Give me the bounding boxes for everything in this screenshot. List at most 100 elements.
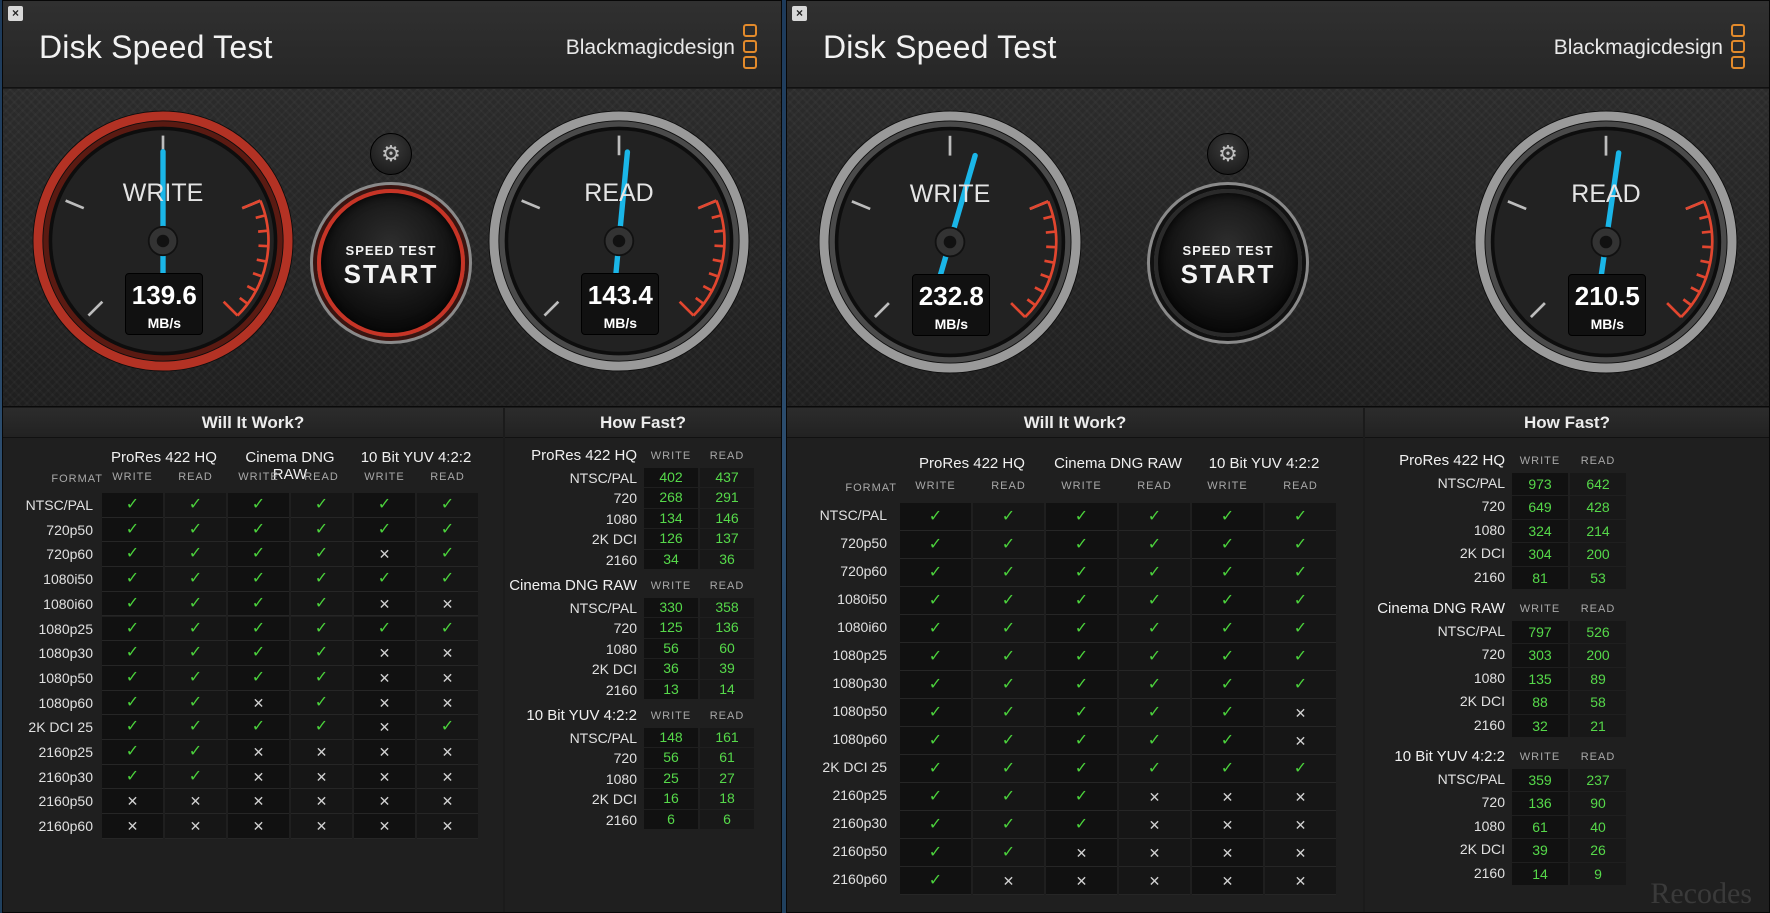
column-header: WRITE bbox=[915, 480, 956, 492]
cross-mark: ✕ bbox=[441, 645, 454, 662]
check-mark: ✓ bbox=[125, 767, 140, 785]
speed-row-label: 720 bbox=[613, 490, 637, 507]
column-header: WRITE bbox=[650, 710, 692, 722]
check-mark: ✓ bbox=[1147, 592, 1162, 609]
format-row-label: 1080i60 bbox=[837, 619, 887, 635]
check-icon: ✓ bbox=[1046, 643, 1117, 671]
speed-group-name: Cinema DNG RAW bbox=[509, 577, 637, 594]
check-mark: ✓ bbox=[1293, 536, 1308, 553]
check-mark: ✓ bbox=[251, 570, 266, 588]
check-icon: ✓ bbox=[973, 615, 1044, 643]
how-fast-title: How Fast? bbox=[1365, 408, 1769, 438]
cross-icon: ✕ bbox=[102, 814, 163, 839]
speed-row-label: NTSC/PAL bbox=[1437, 623, 1505, 639]
cross-icon: ✕ bbox=[354, 740, 415, 765]
speed-group-name: 10 Bit YUV 4:2:2 bbox=[1394, 748, 1505, 765]
speed-row-label: 1080 bbox=[1473, 669, 1505, 686]
disk-speed-test-window-2: Disk Speed Test Blackmagicdesign × WRITE 232… bbox=[786, 0, 1770, 913]
cross-icon: ✕ bbox=[354, 814, 415, 839]
cross-icon: ✕ bbox=[417, 690, 478, 716]
write-speed-value: 56 bbox=[644, 638, 698, 659]
settings-gear-icon[interactable]: ⚙ bbox=[370, 133, 412, 175]
check-icon: ✓ bbox=[165, 542, 226, 568]
column-header: READ bbox=[1283, 480, 1318, 492]
check-mark: ✓ bbox=[1074, 620, 1089, 637]
check-icon: ✓ bbox=[973, 671, 1044, 699]
check-mark: ✓ bbox=[1001, 508, 1016, 525]
write-gauge-label: WRITE bbox=[122, 179, 204, 208]
cross-mark: ✕ bbox=[252, 768, 265, 785]
check-mark: ✓ bbox=[1001, 704, 1016, 721]
check-icon: ✓ bbox=[291, 493, 352, 518]
check-mark: ✓ bbox=[928, 564, 943, 581]
column-header: READ bbox=[430, 471, 465, 483]
cross-icon: ✕ bbox=[417, 789, 478, 815]
check-mark: ✓ bbox=[1001, 620, 1016, 637]
check-mark: ✓ bbox=[1147, 508, 1162, 525]
cross-icon: ✕ bbox=[1046, 839, 1117, 867]
check-icon: ✓ bbox=[973, 503, 1044, 531]
read-gauge-label: READ bbox=[584, 179, 654, 208]
check-icon: ✓ bbox=[291, 665, 352, 691]
check-icon: ✓ bbox=[1119, 587, 1190, 615]
check-mark: ✓ bbox=[125, 520, 140, 538]
cross-mark: ✕ bbox=[378, 793, 391, 810]
close-button[interactable]: × bbox=[792, 6, 807, 21]
check-mark: ✓ bbox=[314, 644, 329, 662]
format-row-label: 720p50 bbox=[46, 521, 93, 538]
start-button-caption: SPEED TEST bbox=[345, 243, 437, 258]
start-button[interactable]: SPEED TEST START bbox=[317, 189, 465, 337]
check-mark: ✓ bbox=[1220, 592, 1235, 609]
check-icon: ✓ bbox=[900, 811, 971, 839]
will-it-work-panel: Will It Work? ProRes 422 HQ WRITE READ Cinem… bbox=[3, 408, 503, 912]
check-icon: ✓ bbox=[1119, 671, 1190, 699]
check-mark: ✓ bbox=[1293, 592, 1308, 609]
check-mark: ✓ bbox=[251, 496, 266, 513]
format-column-header: FORMAT bbox=[845, 482, 897, 494]
check-mark: ✓ bbox=[440, 619, 455, 637]
check-icon: ✓ bbox=[228, 517, 289, 543]
read-speed-value: 36 bbox=[700, 549, 754, 569]
format-row-label: 2160p50 bbox=[38, 793, 93, 810]
read-speed-value: 9 bbox=[1570, 862, 1626, 885]
check-icon: ✓ bbox=[1265, 559, 1336, 587]
close-button[interactable]: × bbox=[8, 6, 23, 21]
check-mark: ✓ bbox=[125, 619, 140, 637]
check-icon: ✓ bbox=[102, 764, 163, 790]
check-mark: ✓ bbox=[1147, 648, 1162, 665]
start-button[interactable]: SPEED TEST START bbox=[1154, 189, 1302, 337]
check-icon: ✓ bbox=[102, 567, 163, 592]
group-header: 10 Bit YUV 4:2:2 bbox=[360, 449, 472, 466]
check-icon: ✓ bbox=[417, 616, 478, 642]
column-header: WRITE bbox=[1519, 751, 1561, 763]
format-row-label: NTSC/PAL bbox=[819, 507, 887, 523]
group-header: ProRes 422 HQ bbox=[111, 449, 217, 466]
check-icon: ✓ bbox=[973, 531, 1044, 559]
cross-mark: ✕ bbox=[1294, 705, 1307, 721]
cross-icon: ✕ bbox=[1119, 867, 1190, 895]
check-mark: ✓ bbox=[928, 816, 943, 833]
check-mark: ✓ bbox=[188, 594, 203, 612]
format-row-label: 1080p30 bbox=[832, 675, 887, 691]
cross-icon: ✕ bbox=[417, 814, 478, 839]
check-mark: ✓ bbox=[251, 718, 266, 736]
check-icon: ✓ bbox=[900, 615, 971, 643]
write-speed-value: 32 bbox=[1512, 714, 1568, 737]
check-mark: ✓ bbox=[928, 592, 943, 609]
write-speed-value: 973 bbox=[1512, 473, 1568, 496]
write-speed-value: 135 bbox=[1512, 667, 1568, 691]
app-title: Disk Speed Test bbox=[39, 29, 273, 65]
group-header: ProRes 422 HQ bbox=[919, 455, 1025, 472]
cross-mark: ✕ bbox=[1075, 845, 1088, 861]
how-fast-title: How Fast? bbox=[505, 408, 781, 438]
check-icon: ✓ bbox=[1192, 699, 1263, 727]
cross-icon: ✕ bbox=[228, 814, 289, 839]
write-gauge-unit: MB/s bbox=[147, 314, 182, 331]
check-icon: ✓ bbox=[102, 715, 163, 740]
speed-row-label: 2160 bbox=[1473, 864, 1505, 881]
check-mark: ✓ bbox=[1001, 816, 1016, 833]
settings-gear-icon[interactable]: ⚙ bbox=[1207, 133, 1249, 175]
check-icon: ✓ bbox=[900, 699, 971, 727]
format-row-label: 2160p60 bbox=[38, 818, 93, 835]
check-mark: ✓ bbox=[1220, 732, 1235, 749]
